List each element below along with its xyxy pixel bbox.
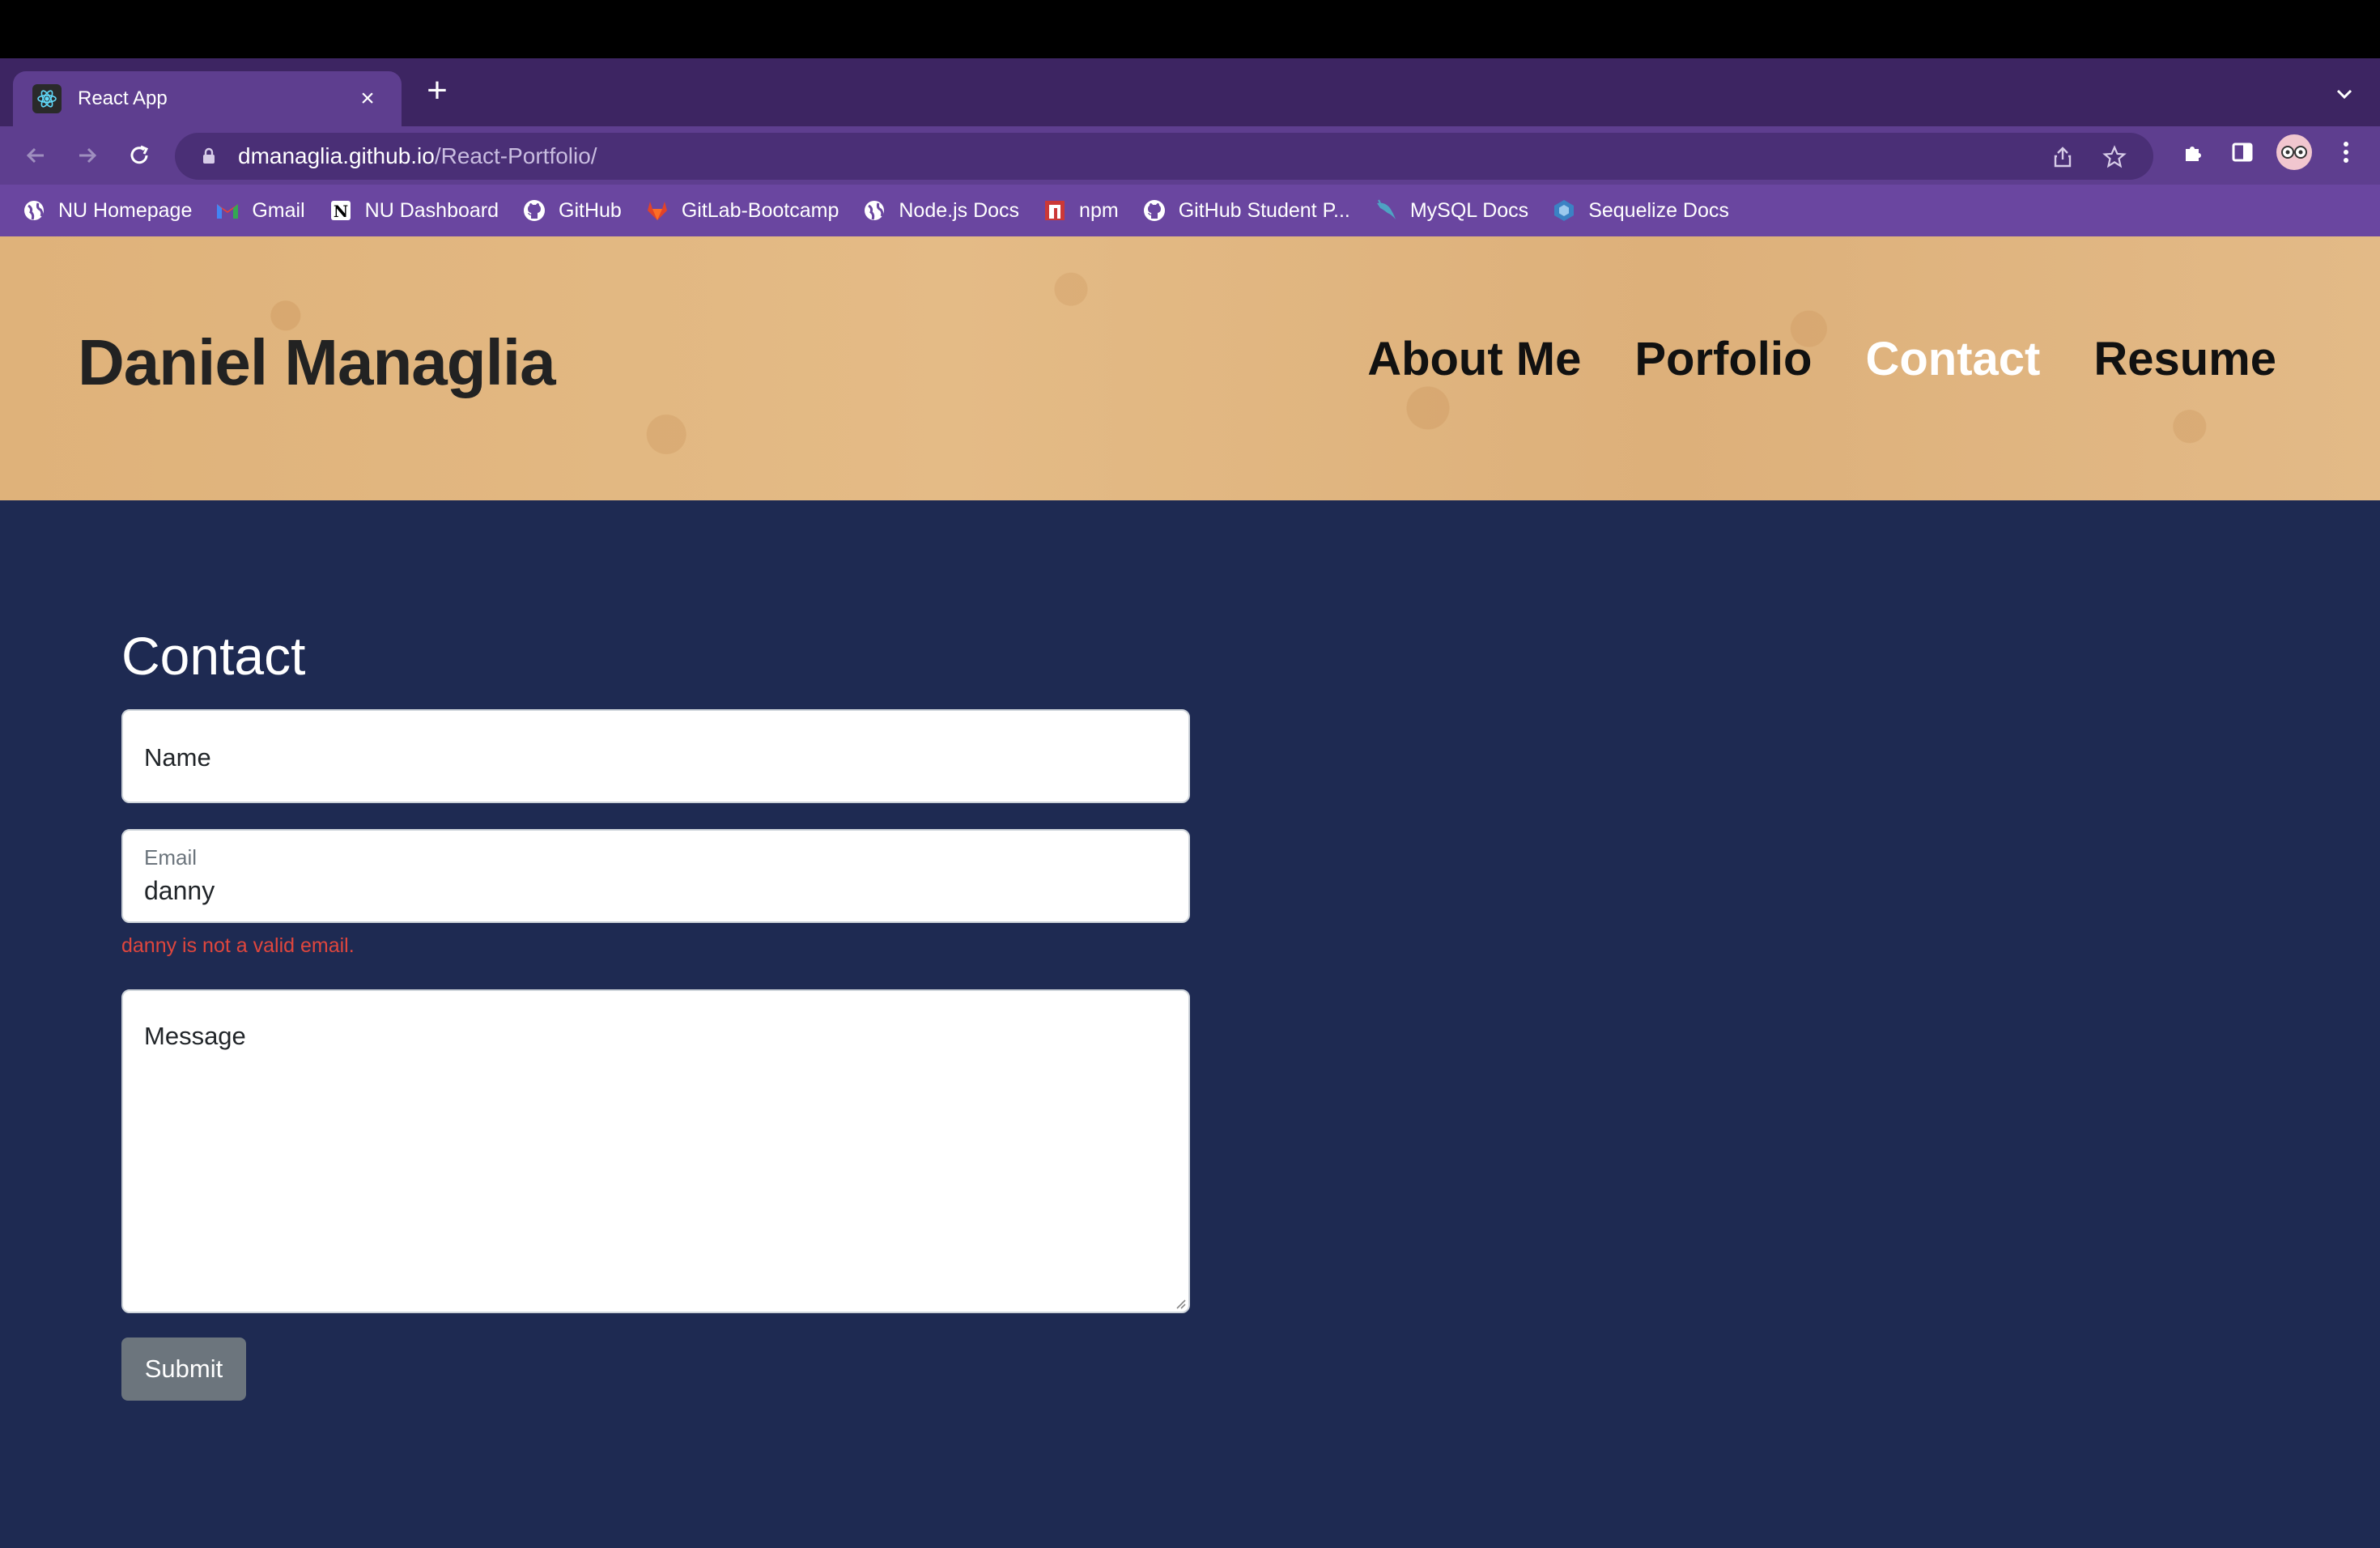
browser-tab-strip: React App × +	[0, 58, 2380, 126]
bookmark-sequelize-docs[interactable]: Sequelize Docs	[1551, 198, 1729, 223]
bookmarks-bar: NU Homepage Gmail N NU Dashboard GitHub …	[0, 185, 2380, 236]
browser-tab-active[interactable]: React App ×	[13, 71, 402, 126]
profile-avatar[interactable]	[2276, 134, 2312, 170]
nav-resume[interactable]: Resume	[2093, 332, 2276, 386]
nav-about-me[interactable]: About Me	[1367, 332, 1581, 386]
bookmark-label: GitLab-Bootcamp	[681, 198, 839, 222]
bookmark-github[interactable]: GitHub	[521, 198, 622, 223]
browser-toolbar: dmanaglia.github.io/React-Portfolio/	[0, 126, 2380, 185]
bookmark-label: GitHub	[559, 198, 622, 222]
email-field[interactable]: Email danny	[121, 829, 1190, 923]
globe-icon	[861, 198, 887, 223]
bookmark-label: Node.js Docs	[899, 198, 1020, 222]
bookmark-label: Sequelize Docs	[1588, 198, 1729, 222]
site-title: Daniel Managlia	[78, 326, 556, 398]
tab-close-icon[interactable]: ×	[353, 85, 382, 113]
bookmark-nu-dashboard[interactable]: N NU Dashboard	[328, 198, 499, 223]
bookmark-label: NU Homepage	[58, 198, 193, 222]
bookmark-label: Gmail	[252, 198, 305, 222]
nav-contact[interactable]: Contact	[1865, 332, 2040, 386]
bookmark-label: npm	[1079, 198, 1119, 222]
site-header: Daniel Managlia About Me Porfolio Contac…	[0, 236, 2380, 500]
url-path: /React-Portfolio/	[434, 143, 597, 168]
more-vertical-icon[interactable]	[2331, 138, 2361, 167]
github-icon	[521, 198, 547, 223]
bookmark-label: GitHub Student P...	[1178, 198, 1350, 222]
bookmark-npm[interactable]: npm	[1042, 198, 1119, 223]
bookmark-nu-homepage[interactable]: NU Homepage	[21, 198, 192, 223]
bookmark-gitlab-bootcamp[interactable]: GitLab-Bootcamp	[644, 198, 839, 223]
name-field[interactable]: Name	[121, 709, 1190, 803]
email-value: danny	[144, 876, 215, 905]
bookmark-label: NU Dashboard	[364, 198, 499, 222]
email-label: Email	[144, 845, 198, 870]
forward-arrow-icon[interactable]	[68, 136, 107, 175]
bookmark-mysql-docs[interactable]: MySQL Docs	[1373, 198, 1528, 223]
svg-text:N: N	[334, 202, 348, 221]
react-logo-icon	[32, 84, 62, 113]
url-text: dmanaglia.github.io/React-Portfolio/	[238, 143, 597, 169]
bookmark-gmail[interactable]: Gmail	[215, 198, 305, 223]
side-panel-icon[interactable]	[2228, 138, 2257, 167]
gitlab-icon	[644, 198, 670, 223]
tab-search-chevron-icon[interactable]	[2330, 79, 2359, 108]
message-placeholder: Message	[144, 1022, 246, 1050]
bookmark-github-student[interactable]: GitHub Student P...	[1141, 198, 1350, 223]
message-field[interactable]: Message	[121, 989, 1190, 1313]
notion-icon: N	[328, 198, 354, 223]
screen-top-bar	[0, 0, 2380, 58]
gmail-icon	[215, 198, 240, 223]
tab-title: React App	[78, 87, 168, 109]
sequelize-icon	[1551, 198, 1577, 223]
mysql-icon	[1373, 198, 1399, 223]
name-placeholder: Name	[144, 743, 211, 772]
contact-heading: Contact	[121, 626, 306, 686]
bookmark-label: MySQL Docs	[1409, 198, 1529, 222]
bookmark-star-icon[interactable]	[2100, 142, 2129, 172]
resize-grip-icon[interactable]	[1172, 1295, 1187, 1310]
address-bar[interactable]: dmanaglia.github.io/React-Portfolio/	[175, 133, 2153, 180]
lock-icon[interactable]	[198, 145, 220, 168]
extensions-puzzle-icon[interactable]	[2179, 138, 2208, 167]
bookmark-nodejs-docs[interactable]: Node.js Docs	[861, 198, 1019, 223]
npm-icon	[1042, 198, 1068, 223]
reload-icon[interactable]	[120, 136, 159, 175]
globe-icon	[21, 198, 47, 223]
github-icon	[1141, 198, 1167, 223]
url-domain: dmanaglia.github.io	[238, 143, 435, 168]
email-error-message: danny is not a valid email.	[121, 934, 355, 957]
nav-portfolio[interactable]: Porfolio	[1634, 332, 1812, 386]
site-nav: About Me Porfolio Contact Resume	[1367, 332, 2276, 386]
new-tab-button[interactable]: +	[419, 73, 455, 110]
share-icon[interactable]	[2048, 142, 2077, 172]
contact-section: Contact Name Email danny danny is not a …	[0, 500, 2380, 1548]
submit-button[interactable]: Submit	[121, 1337, 246, 1401]
back-arrow-icon[interactable]	[16, 136, 55, 175]
